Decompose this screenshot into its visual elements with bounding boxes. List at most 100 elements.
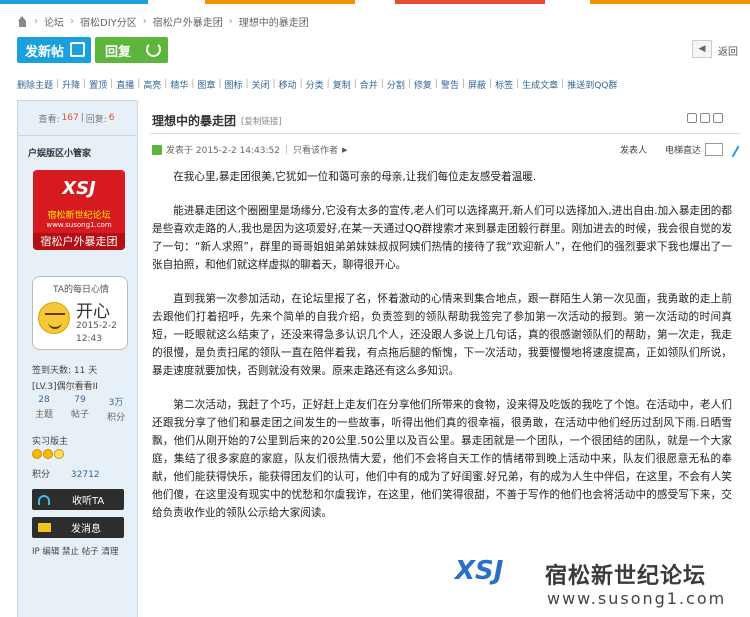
admin-merge[interactable]: 合并	[360, 78, 378, 91]
top-stripe	[395, 0, 545, 4]
new-post-button[interactable]: 发新帖	[17, 37, 91, 63]
stats-separator: |	[80, 113, 84, 123]
mood-time: 12:43	[76, 334, 102, 344]
admin-category[interactable]: 分类	[306, 78, 324, 91]
views-label: 查看:	[38, 114, 60, 125]
avatar-line1: 宿松新世纪论坛	[47, 211, 111, 221]
admin-bump[interactable]: 升降	[62, 78, 80, 91]
admin-article[interactable]: 生成文章	[522, 78, 558, 91]
admin-warn[interactable]: 警告	[441, 78, 459, 91]
post-paragraph: 能进暴走团这个圈圈里是场缘分,它没有太多的宣传,老人们可以选择离开,新人们可以选…	[152, 205, 732, 271]
mood-word: 开心	[76, 302, 110, 322]
admin-repair[interactable]: 修复	[414, 78, 432, 91]
post-time: 发表于 2015-2-2 14:43:52	[166, 146, 280, 156]
post-icon	[152, 144, 162, 155]
score-row: 积分 32712	[32, 467, 100, 480]
follow-button[interactable]: 收听TA	[32, 489, 124, 510]
admin-close[interactable]: 关闭	[252, 78, 270, 91]
post-body: 在我心里,暴走团很美,它犹如一位和蔼可亲的母亲,让我们每位走友感受着温暖. 能进…	[152, 168, 732, 538]
admin-highlight[interactable]: 高亮	[143, 78, 161, 91]
edit-icon	[70, 42, 85, 57]
admin-pin[interactable]: 置顶	[89, 78, 107, 91]
count-label: 积分	[106, 413, 125, 423]
post-paragraph: 第二次活动，我赶了个巧，正好赶上走友们在分享他们所带来的食物，没来得及吃饭的我吃…	[152, 399, 732, 519]
admin-digest[interactable]: 精华	[170, 78, 188, 91]
avatar[interactable]: XSJ 宿松新世纪论坛 www.susong1.com 宿松户外暴走团	[33, 170, 125, 250]
poster-link[interactable]: 发表人	[620, 143, 647, 156]
breadcrumb: › 论坛 › 宿松DIY分区 › 宿松户外暴走团 › 理想中的暴走团	[17, 12, 309, 30]
post-title: 理想中的暴走团	[152, 114, 237, 128]
thread-nav-icons	[687, 113, 723, 123]
prev-thread-icon[interactable]	[700, 113, 710, 123]
top-stripe	[205, 0, 355, 4]
admin-icon[interactable]: 图标	[224, 78, 242, 91]
mood-date: 2015-2-2	[76, 321, 117, 331]
back-label[interactable]: 返回	[718, 43, 738, 58]
breadcrumb-separator: ›	[142, 15, 147, 27]
avatar-logo: XSJ	[62, 178, 96, 199]
arrow-right-icon: ▶	[342, 145, 348, 154]
title-divider	[150, 133, 740, 134]
print-icon[interactable]	[687, 113, 697, 123]
thread-stats: 查看: 167 | 回复: 6	[18, 101, 137, 136]
watermark-name: 宿松新世纪论坛	[545, 564, 707, 589]
breadcrumb-thread[interactable]: 理想中的暴走团	[239, 14, 309, 29]
breadcrumb-separator: ›	[70, 15, 74, 27]
new-post-label: 发新帖	[25, 44, 65, 60]
admin-copy[interactable]: 复制	[333, 78, 351, 91]
avatar-line2: www.susong1.com	[46, 221, 112, 229]
jump-icon[interactable]	[726, 142, 740, 157]
views-count: 167	[61, 113, 79, 123]
author-name[interactable]: 户娱版区小管家	[28, 146, 91, 159]
count-label: 主题	[34, 410, 53, 420]
next-thread-icon[interactable]	[713, 113, 723, 123]
score-label: 积分	[32, 470, 51, 480]
admin-move[interactable]: 移动	[279, 78, 297, 91]
smile-icon	[38, 302, 70, 334]
message-label: 发消息	[71, 524, 101, 535]
count-value: 3万	[108, 398, 124, 408]
post-paragraph: 直到我第一次参加活动，在论坛里报了名，怀着激动的心情来到集合地点，跟一群陌生人第…	[152, 293, 732, 377]
admin-split[interactable]: 分割	[387, 78, 405, 91]
mood-title: TA的每日心情	[53, 285, 109, 295]
moderator-user-links[interactable]: IP 编辑 禁止 帖子 清理	[32, 545, 118, 557]
count-topics[interactable]: 28 主题	[26, 395, 62, 423]
admin-live[interactable]: 直播	[116, 78, 134, 91]
admin-stamp[interactable]: 图章	[197, 78, 215, 91]
score-value: 32712	[70, 470, 100, 480]
breadcrumb-separator: ›	[228, 15, 233, 27]
medal-icon	[54, 449, 64, 459]
breadcrumb-board[interactable]: 宿松户外暴走团	[153, 14, 223, 29]
user-level: [LV.3]偶尔看看II	[32, 382, 98, 392]
back-button[interactable]: ◀	[692, 40, 712, 58]
headphones-icon	[38, 494, 50, 505]
watermark-logo: XSJ	[455, 556, 504, 586]
reply-arrow-icon	[146, 42, 161, 57]
home-icon[interactable]	[17, 15, 28, 27]
replies-label: 回复:	[85, 114, 107, 125]
admin-push-qq[interactable]: 推送到QQ群	[567, 78, 617, 91]
reply-button[interactable]: 回复	[95, 37, 168, 63]
count-posts[interactable]: 79 帖子	[62, 395, 98, 423]
medal-icon	[32, 449, 42, 459]
breadcrumb-forum[interactable]: 论坛	[44, 14, 64, 29]
follow-label: 收听TA	[72, 496, 105, 507]
breadcrumb-separator: ›	[34, 15, 38, 27]
count-label: 帖子	[70, 410, 89, 420]
meta-separator: |	[285, 144, 289, 155]
admin-tags[interactable]: 标签	[495, 78, 513, 91]
admin-delete[interactable]: 删除主题	[17, 78, 53, 91]
copy-link[interactable]: [复制链接]	[241, 115, 282, 127]
watermark-url: www.susong1.com	[547, 589, 727, 608]
reply-label: 回复	[105, 44, 132, 60]
only-author-link[interactable]: 只看该作者	[293, 143, 338, 156]
site-watermark: XSJ 宿松新世纪论坛 www.susong1.com	[445, 552, 745, 617]
breadcrumb-section[interactable]: 宿松DIY分区	[80, 14, 137, 29]
top-stripe	[0, 0, 148, 4]
floor-input[interactable]	[705, 143, 724, 156]
message-button[interactable]: 发消息	[32, 517, 124, 538]
count-points[interactable]: 3万 积分	[98, 395, 134, 423]
post-paragraph: 在我心里,暴走团很美,它犹如一位和蔼可亲的母亲,让我们每位走友感受着温暖.	[173, 171, 537, 183]
top-stripe	[590, 0, 750, 4]
admin-block[interactable]: 屏蔽	[468, 78, 486, 91]
